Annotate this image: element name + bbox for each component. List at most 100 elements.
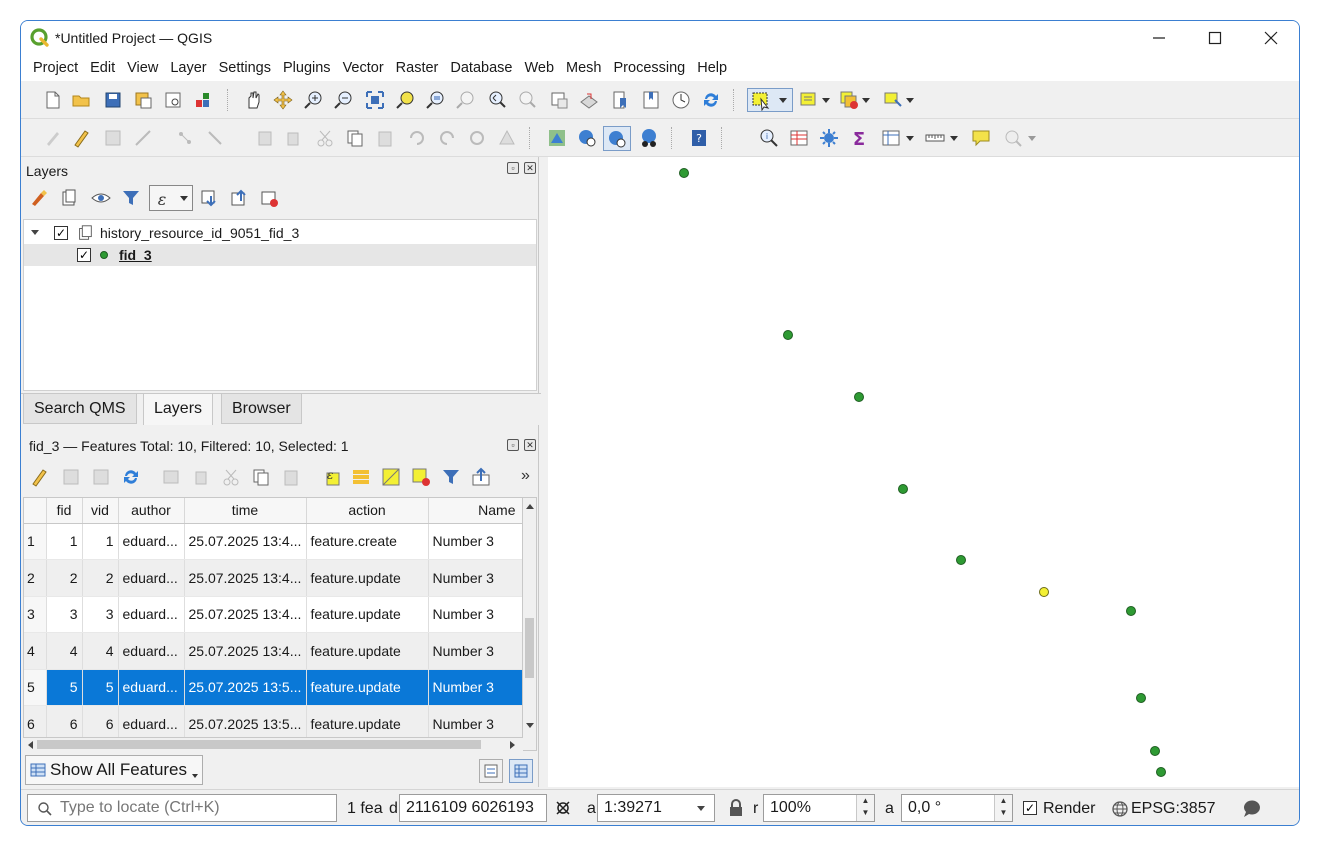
open-attribute-table-icon[interactable]: [789, 128, 809, 148]
cell-action[interactable]: feature.update: [306, 559, 429, 597]
save-project-icon[interactable]: [103, 90, 123, 110]
cell-fid[interactable]: 1: [46, 523, 83, 560]
cell-vid[interactable]: 4: [82, 632, 119, 670]
refresh-icon[interactable]: [701, 90, 721, 110]
map-point-feature[interactable]: [1136, 693, 1146, 703]
new-project-icon[interactable]: [43, 90, 63, 110]
horizontal-scrollbar[interactable]: [23, 737, 523, 751]
cell-fid[interactable]: 4: [46, 632, 83, 670]
column-header-action[interactable]: action: [306, 498, 429, 524]
table-row[interactable]: 2 2 2 eduard... 25.07.2025 13:4... featu…: [24, 559, 522, 597]
help-icon[interactable]: ?: [689, 128, 709, 148]
map-point-feature[interactable]: [679, 168, 689, 178]
cell-action[interactable]: feature.update: [306, 596, 429, 633]
row-header[interactable]: 3: [24, 596, 47, 633]
chevron-down-icon[interactable]: [949, 135, 959, 143]
map-point-feature[interactable]: [956, 555, 966, 565]
pan-to-selection-icon[interactable]: [273, 90, 293, 110]
temporal-controller-icon[interactable]: [671, 90, 691, 110]
toggle-extents-icon[interactable]: [553, 798, 573, 818]
measure-line-icon[interactable]: [925, 128, 945, 148]
remove-layer-icon[interactable]: [259, 188, 279, 208]
cell-time[interactable]: 25.07.2025 13:5...: [184, 669, 307, 706]
tab-layers[interactable]: Layers: [143, 394, 214, 426]
menu-database[interactable]: Database: [444, 55, 518, 81]
cell-time[interactable]: 25.07.2025 13:4...: [184, 632, 307, 670]
table-row[interactable]: 3 3 3 eduard... 25.07.2025 13:4... featu…: [24, 596, 522, 633]
new-3d-view-icon[interactable]: [579, 90, 599, 110]
tab-browser[interactable]: Browser: [221, 394, 302, 424]
toolbar-overflow-button[interactable]: »: [521, 467, 530, 485]
table-row[interactable]: 4 4 4 eduard... 25.07.2025 13:4... featu…: [24, 632, 522, 670]
cell-vid[interactable]: 1: [82, 523, 119, 560]
cell-name[interactable]: Number 3: [428, 523, 522, 560]
float-panel-button[interactable]: ▫: [507, 439, 519, 451]
identify-web-button[interactable]: [603, 126, 631, 151]
field-calculator-icon[interactable]: [881, 128, 901, 148]
column-header-author[interactable]: author: [118, 498, 185, 524]
deselect-features-icon[interactable]: [839, 90, 859, 110]
layer-name[interactable]: fid_3: [119, 247, 152, 263]
render-checkbox[interactable]: ✓: [1023, 801, 1037, 815]
filter-icon[interactable]: [441, 467, 461, 487]
minimize-button[interactable]: [1131, 21, 1187, 55]
cell-author[interactable]: eduard...: [118, 632, 185, 670]
menu-mesh[interactable]: Mesh: [560, 55, 607, 81]
toggle-editing-icon[interactable]: [71, 128, 91, 148]
map-point-feature[interactable]: [1150, 746, 1160, 756]
table-view-button[interactable]: [509, 759, 533, 783]
menu-help[interactable]: Help: [691, 55, 733, 81]
move-selection-to-top-icon[interactable]: [471, 467, 491, 487]
expand-all-icon[interactable]: [199, 188, 219, 208]
show-bookmarks-icon[interactable]: [641, 90, 661, 110]
column-header-name[interactable]: Name: [428, 498, 522, 524]
bookmark-icon[interactable]: [611, 90, 631, 110]
menu-vector[interactable]: Vector: [337, 55, 390, 81]
pan-icon[interactable]: [243, 90, 263, 110]
chevron-down-icon[interactable]: [905, 97, 915, 105]
manage-visibility-icon[interactable]: [91, 188, 111, 208]
map-canvas[interactable]: [548, 157, 1299, 787]
zoom-to-layer-icon[interactable]: [425, 90, 445, 110]
coordinate-field[interactable]: 2116109 6026193: [399, 794, 547, 822]
column-header-fid[interactable]: fid: [46, 498, 83, 524]
statistical-summary-icon[interactable]: Σ: [849, 128, 869, 148]
map-point-feature-selected[interactable]: [1039, 587, 1049, 597]
close-button[interactable]: [1243, 21, 1299, 55]
zoom-out-icon[interactable]: [333, 90, 353, 110]
horizontal-scroll-thumb[interactable]: [37, 740, 481, 749]
cell-author[interactable]: eduard...: [118, 596, 185, 633]
chevron-down-icon[interactable]: [905, 135, 915, 143]
magnifier-spin-buttons[interactable]: ▲ ▼: [856, 795, 874, 821]
nextgis-connect-icon[interactable]: [577, 128, 597, 148]
form-view-button[interactable]: [479, 759, 503, 783]
cell-name[interactable]: Number 3: [428, 559, 522, 597]
zoom-to-selection-icon[interactable]: [395, 90, 415, 110]
menu-layer[interactable]: Layer: [164, 55, 212, 81]
scale-combobox[interactable]: 1:39271: [597, 794, 715, 822]
filter-expression-button[interactable]: ε: [149, 185, 193, 211]
select-by-value-icon[interactable]: [799, 90, 819, 110]
rotation-spinbox[interactable]: 0,0 ° ▲ ▼: [901, 794, 1013, 822]
cell-vid[interactable]: 3: [82, 596, 119, 633]
float-panel-button[interactable]: ▫: [507, 162, 519, 174]
reload-table-icon[interactable]: [121, 467, 141, 487]
row-header[interactable]: 4: [24, 632, 47, 670]
vertical-scroll-thumb[interactable]: [525, 618, 534, 678]
table-row-selected[interactable]: 5 5 5 eduard... 25.07.2025 13:5... featu…: [24, 669, 522, 706]
cell-author[interactable]: eduard...: [118, 523, 185, 560]
select-features-button[interactable]: [747, 88, 793, 112]
cell-name[interactable]: Number 3: [428, 596, 522, 633]
tab-search-qms[interactable]: Search QMS: [23, 394, 137, 424]
chevron-down-icon[interactable]: [821, 97, 831, 105]
new-map-view-icon[interactable]: [549, 90, 569, 110]
collapse-all-icon[interactable]: [229, 188, 249, 208]
cell-name[interactable]: Number 3: [428, 632, 522, 670]
column-header-time[interactable]: time: [184, 498, 307, 524]
globe-car-icon[interactable]: [639, 128, 659, 148]
map-point-feature[interactable]: [1126, 606, 1136, 616]
group-visibility-checkbox[interactable]: ✓: [54, 226, 68, 240]
filter-legend-icon[interactable]: [121, 188, 141, 208]
menu-settings[interactable]: Settings: [213, 55, 277, 81]
scroll-down-icon[interactable]: [525, 722, 535, 730]
